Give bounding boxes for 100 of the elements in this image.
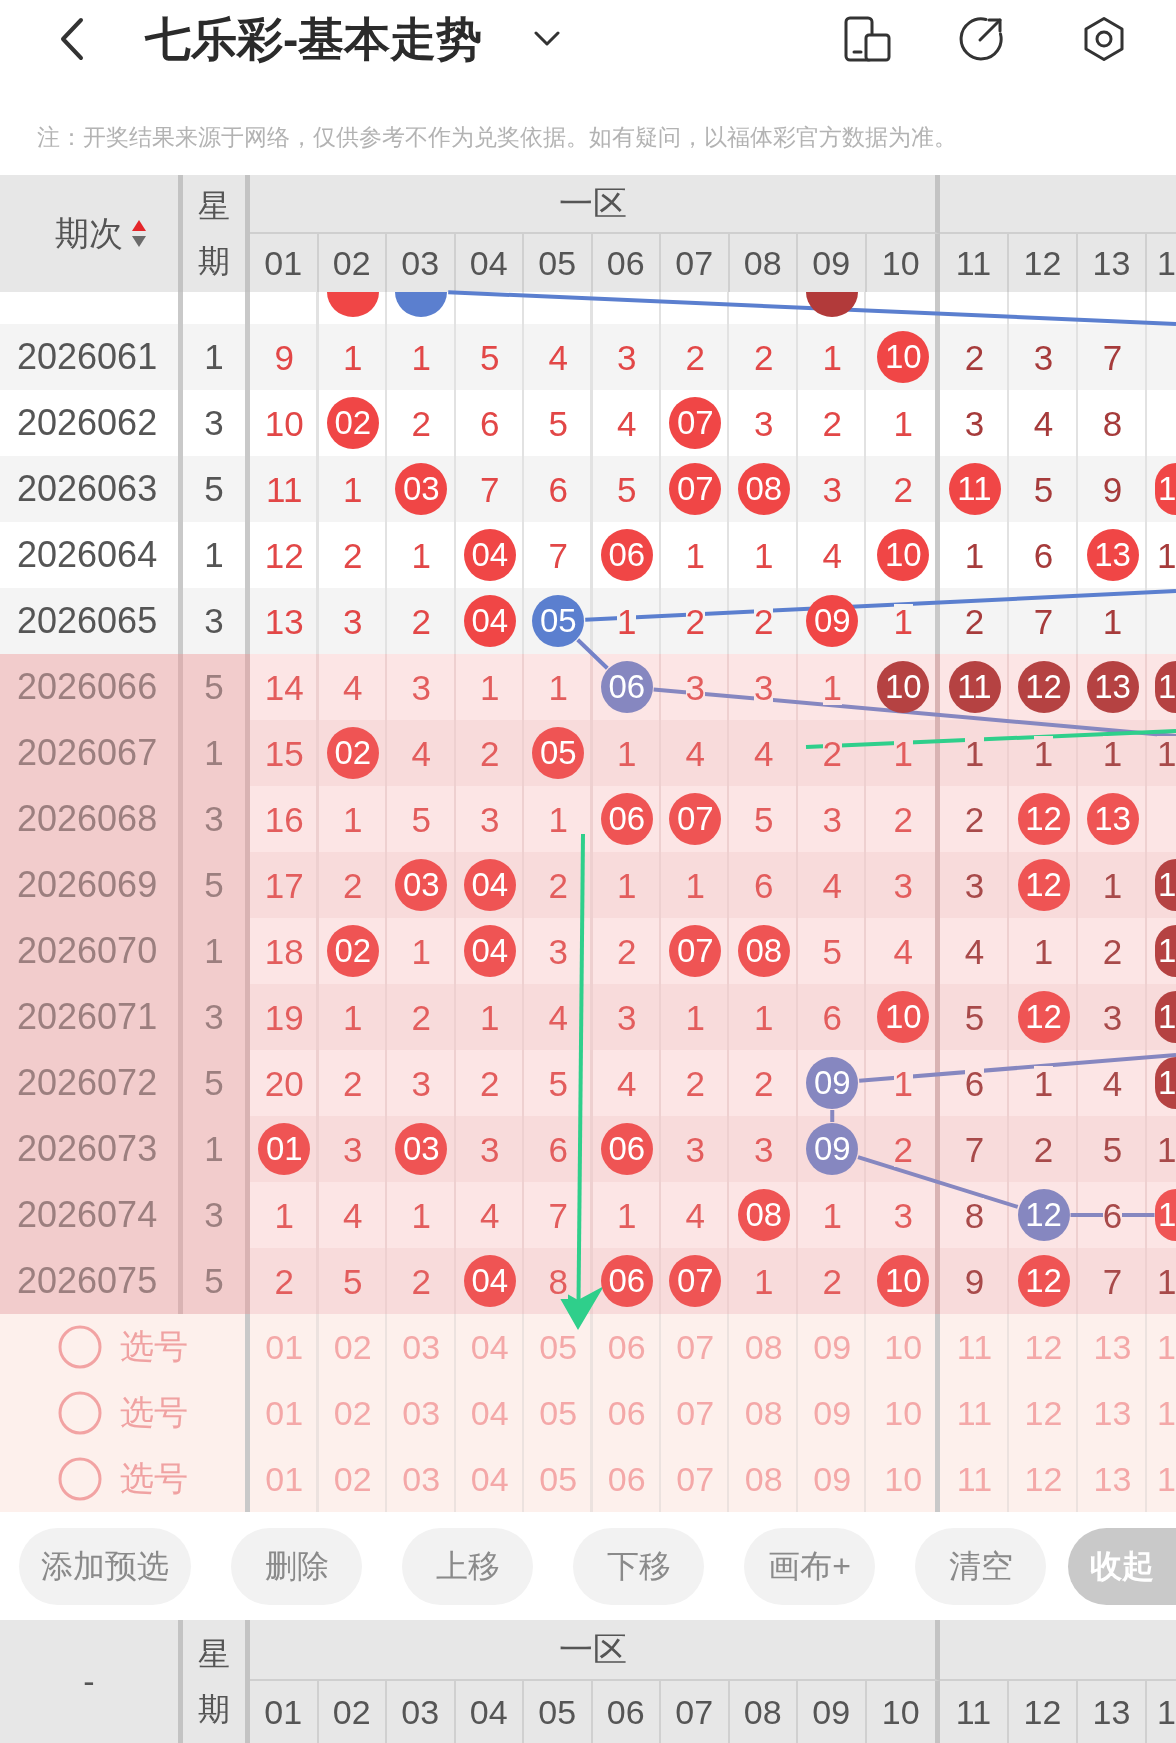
number-ball: 12 [1017,1255,1070,1307]
period-cell: 2026075 [0,1248,183,1314]
number-ball: 04 [463,859,516,911]
number-ball: 07 [669,793,722,845]
number-ball: 10 [877,331,930,383]
column-header: 02 [318,1681,387,1743]
period-cell: 2026068 [0,786,183,852]
weekday-cell: 1 [183,720,250,786]
action-button[interactable]: 添加预选 [19,1528,191,1605]
number-ball: 08 [737,925,790,977]
column-header: - [83,1662,95,1701]
column-header: 08 [729,1681,798,1743]
period-cell: 2026069 [0,852,183,918]
action-button[interactable]: 上移 [402,1528,533,1605]
action-button[interactable]: 清空 [915,1528,1046,1605]
weekday-cell: 3 [183,786,250,852]
number-ball: 06 [600,793,653,845]
number-ball: 12 [1017,1189,1070,1241]
page-title: 七乐彩-基本走势 [145,13,483,65]
number-ball: 11 [948,463,1001,515]
period-cell: 2026073 [0,1116,183,1182]
number-ball: 08 [737,463,790,515]
radio-button[interactable] [58,1391,102,1435]
period-cell: 2026074 [0,1182,183,1248]
period-cell: 2026067 [0,720,183,786]
number-ball: 12 [1017,661,1070,713]
number-ball: 08 [737,1189,790,1241]
column-header: 星期 [198,1635,230,1729]
number-ball: 13 [1086,529,1139,581]
column-header: 10 [866,1681,940,1743]
weekday-cell: 5 [183,1248,250,1314]
canvas-line [576,638,609,670]
period-cell: 2026070 [0,918,183,984]
device-icon[interactable] [844,16,892,62]
pick-label: 选号 [120,1458,188,1499]
back-icon[interactable] [58,16,86,62]
number-ball: 04 [463,925,516,977]
sort-icon[interactable] [131,218,147,249]
column-header: 07 [661,1681,730,1743]
column-header: 1 [1156,242,1176,284]
number-ball: 03 [395,463,448,515]
weekday-cell: 5 [183,1050,250,1116]
number-ball: 03 [395,859,448,911]
action-button[interactable]: 下移 [573,1528,704,1605]
number-ball: 12 [1017,991,1070,1043]
column-header: 13 [1078,1681,1147,1743]
number-ball: 12 [1017,859,1070,911]
weekday-cell: 3 [183,984,250,1050]
number-ball: 09 [806,1123,859,1175]
number-ball: 04 [463,529,516,581]
column-header: 星期 [198,187,230,281]
column-header: 09 [798,1681,867,1743]
number-ball: 04 [463,1255,516,1307]
number-ball: 10 [877,661,930,713]
number-ball: 04 [463,595,516,647]
column-header: 05 [524,1681,593,1743]
number-ball: 10 [877,1255,930,1307]
zone-header: 一区 [250,1620,940,1681]
number-ball: 05 [532,727,585,779]
number-ball: 13 [1086,661,1139,713]
column-header: 03 [387,1681,456,1743]
number-ball: 06 [600,529,653,581]
zone-header: 一区 [250,175,940,234]
number-ball: 10 [877,991,930,1043]
pick-label: 选号 [120,1392,188,1433]
weekday-cell: 5 [183,852,250,918]
column-header: 06 [592,1681,661,1743]
radio-button[interactable] [58,1325,102,1369]
period-cell: 2026071 [0,984,183,1050]
number-ball: 07 [669,463,722,515]
arrow-circle-icon[interactable] [958,16,1004,62]
number-ball: 03 [395,1123,448,1175]
number-ball: 10 [877,529,930,581]
column-header: 04 [455,1681,524,1743]
column-header: 01 [250,1681,319,1743]
radio-button[interactable] [58,1457,102,1501]
number-ball: 02 [326,727,379,779]
number-ball: 09 [806,595,859,647]
column-header: 12 [1009,1681,1078,1743]
number-ball: 11 [948,661,1001,713]
number-ball: 07 [669,397,722,449]
canvas-line [830,1110,835,1122]
weekday-cell: 3 [183,1182,250,1248]
number-ball: 02 [326,925,379,977]
action-button[interactable]: 画布+ [744,1528,875,1605]
period-cell: 2026066 [0,654,183,720]
number-ball: 07 [669,1255,722,1307]
weekday-cell: 1 [183,918,250,984]
caret-icon[interactable] [534,31,561,47]
number-ball: 13 [1086,793,1139,845]
action-button[interactable]: 删除 [231,1528,362,1605]
number-ball: 01 [258,1123,311,1175]
column-header: 11 [940,1681,1009,1743]
column-header: 期次 [55,212,123,254]
period-cell: 2026072 [0,1050,183,1116]
number-ball: 06 [600,1123,653,1175]
weekday-cell: 5 [183,654,250,720]
column-header: 1 [1156,1691,1176,1733]
number-ball: 06 [600,661,653,713]
weekday-cell: 1 [183,1116,250,1182]
